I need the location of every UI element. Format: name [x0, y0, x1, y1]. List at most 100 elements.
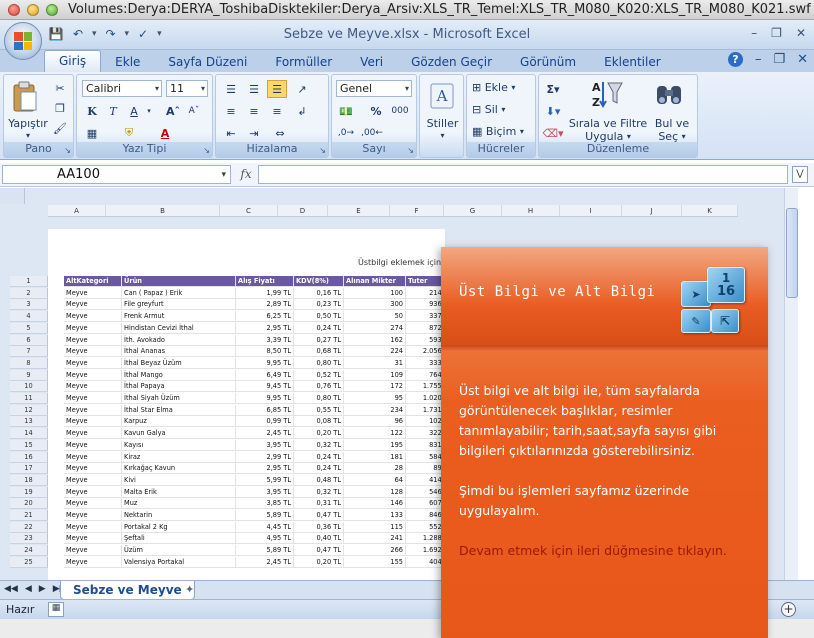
help-icon[interactable]: ?	[727, 52, 743, 67]
table-cell[interactable]: 2,95 TL	[236, 463, 294, 474]
table-cell[interactable]: 3,95 TL	[236, 440, 294, 451]
tab-formuller[interactable]: Formüller	[261, 52, 346, 72]
column-header[interactable]: F	[390, 205, 444, 216]
table-cell[interactable]: Karpuz	[122, 416, 236, 427]
wrap-text-icon[interactable]: ↲	[292, 102, 312, 120]
table-cell[interactable]: Meyve	[64, 463, 122, 474]
table-cell[interactable]: 2,95 TL	[236, 323, 294, 334]
cut-icon[interactable]: ✂	[50, 79, 70, 97]
column-header[interactable]: C	[220, 205, 278, 216]
row-header[interactable]: 1	[10, 276, 48, 287]
decrease-decimal-icon[interactable]: ,00←	[361, 124, 383, 142]
table-cell[interactable]: 5,89 TL	[236, 545, 294, 556]
decrease-indent-icon[interactable]: ⇤	[221, 124, 241, 142]
table-cell[interactable]: Kırkağaç Kavun	[122, 463, 236, 474]
table-cell[interactable]: Meyve	[64, 452, 122, 463]
restore-icon[interactable]: ❐	[771, 26, 782, 40]
table-header-cell[interactable]: Ürün	[122, 276, 236, 287]
format-painter-icon[interactable]: 🖌	[50, 119, 70, 137]
table-cell[interactable]: 0,47 TL	[294, 545, 344, 556]
sort-filter-icon[interactable]: AZ	[591, 79, 623, 109]
table-cell[interactable]: 0,32 TL	[294, 487, 344, 498]
table-cell[interactable]: 234	[344, 405, 406, 416]
italic-button[interactable]: T	[103, 102, 123, 120]
table-cell[interactable]: İthal Star Elma	[122, 405, 236, 416]
merge-center-icon[interactable]: ⇔	[270, 124, 290, 142]
table-cell[interactable]: Meyve	[64, 440, 122, 451]
macro-record-icon[interactable]: ▦	[48, 602, 64, 617]
table-cell[interactable]: 0,08 TL	[294, 416, 344, 427]
table-header-cell[interactable]: KDV(8%)	[294, 276, 344, 287]
align-top-icon[interactable]: ☰	[221, 80, 241, 98]
table-cell[interactable]: 31	[344, 358, 406, 369]
table-cell[interactable]: 155	[344, 557, 406, 568]
row-header[interactable]: 21	[10, 510, 48, 521]
table-cell[interactable]: 2,99 TL	[236, 452, 294, 463]
table-cell[interactable]: 274	[344, 323, 406, 334]
table-cell[interactable]: 146	[344, 498, 406, 509]
office-button[interactable]	[4, 22, 42, 60]
table-cell[interactable]: 128	[344, 487, 406, 498]
table-cell[interactable]: 28	[344, 463, 406, 474]
align-right-icon[interactable]: ≡	[267, 102, 287, 120]
table-cell[interactable]: 0,80 TL	[294, 393, 344, 404]
table-header-cell[interactable]: AltKategori	[64, 276, 122, 287]
table-cell[interactable]: İthal Beyaz Üzüm	[122, 358, 236, 369]
tab-ekle[interactable]: Ekle	[101, 52, 154, 72]
fill-icon[interactable]: ⬇▾	[543, 102, 563, 120]
table-cell[interactable]: Meyve	[64, 381, 122, 392]
table-cell[interactable]: İthal Papaya	[122, 381, 236, 392]
table-cell[interactable]: Şeftali	[122, 533, 236, 544]
table-cell[interactable]: 2,45 TL	[236, 557, 294, 568]
row-header[interactable]: 17	[10, 463, 48, 474]
table-cell[interactable]: 0,24 TL	[294, 452, 344, 463]
row-header[interactable]: 20	[10, 498, 48, 509]
row-header[interactable]: 4	[10, 311, 48, 322]
row-header[interactable]: 5	[10, 323, 48, 334]
align-middle-icon[interactable]: ☰	[244, 80, 264, 98]
table-cell[interactable]: 0,27 TL	[294, 335, 344, 346]
vertical-scroll-thumb[interactable]	[786, 208, 798, 298]
table-cell[interactable]: File greyfurt	[122, 299, 236, 310]
prev-sheet-icon[interactable]: ◀	[25, 584, 32, 594]
table-cell[interactable]: 5,99 TL	[236, 475, 294, 486]
ribbon-minimize-icon[interactable]: –	[755, 52, 762, 67]
row-header[interactable]: 14	[10, 428, 48, 439]
tab-eklentiler[interactable]: Eklentiler	[590, 52, 675, 72]
styles-icon[interactable]: A	[428, 81, 456, 111]
column-header[interactable]: E	[328, 205, 390, 216]
font-size-dropdown-icon[interactable]: ▾	[201, 81, 205, 96]
bold-button[interactable]: K	[82, 102, 102, 120]
row-header[interactable]: 23	[10, 533, 48, 544]
first-sheet-icon[interactable]: ◀◀	[4, 584, 18, 594]
table-cell[interactable]: 0,24 TL	[294, 323, 344, 334]
table-cell[interactable]: Can ( Papaz ) Erik	[122, 288, 236, 299]
row-header[interactable]: 13	[10, 416, 48, 427]
close-icon[interactable]: ✕	[796, 26, 806, 40]
table-cell[interactable]: 122	[344, 428, 406, 439]
row-header[interactable]: 3	[10, 299, 48, 310]
zoom-in-icon[interactable]: +	[781, 602, 796, 617]
table-cell[interactable]: 181	[344, 452, 406, 463]
font-size-select[interactable]: 11 ▾	[166, 80, 208, 97]
sheet-tab[interactable]: Sebze ve Meyve	[60, 581, 195, 600]
table-cell[interactable]: 172	[344, 381, 406, 392]
row-header[interactable]: 6	[10, 335, 48, 346]
table-cell[interactable]: 0,16 TL	[294, 288, 344, 299]
insert-sheet-icon[interactable]: ✦	[185, 583, 203, 597]
copy-icon[interactable]: ❐	[50, 99, 70, 117]
table-cell[interactable]: 64	[344, 475, 406, 486]
font-name-select[interactable]: Calibri ▾	[82, 80, 162, 97]
table-cell[interactable]: İthal Ananas	[122, 346, 236, 357]
table-cell[interactable]: 3,95 TL	[236, 487, 294, 498]
underline-dropdown-icon[interactable]: ▾	[139, 102, 159, 120]
orientation-icon[interactable]: ↗	[292, 80, 312, 98]
table-cell[interactable]: 0,50 TL	[294, 311, 344, 322]
next-sheet-icon[interactable]: ▶	[39, 584, 46, 594]
table-cell[interactable]: Meyve	[64, 428, 122, 439]
align-left-icon[interactable]: ≡	[221, 102, 241, 120]
table-cell[interactable]: 0,52 TL	[294, 370, 344, 381]
tab-veri[interactable]: Veri	[346, 52, 397, 72]
table-cell[interactable]: 0,24 TL	[294, 463, 344, 474]
delete-cells-button[interactable]: ⊟ Sil ▾	[472, 103, 505, 116]
